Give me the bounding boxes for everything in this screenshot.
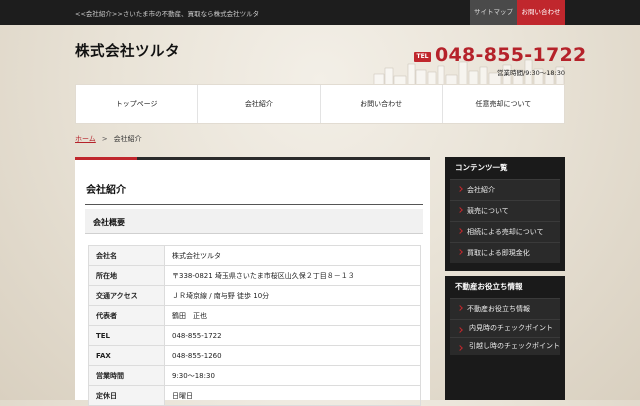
row-label: 代表者 <box>88 305 165 326</box>
sidebar-item-company[interactable]: 会社紹介 <box>450 179 560 200</box>
section-title: 会社概要 <box>93 218 125 227</box>
company-info-table: 会社名 株式会社ツルタ 所在地 〒338-0821 埼玉県さいたま市桜区山久保２… <box>88 245 421 406</box>
chevron-right-icon <box>457 228 463 234</box>
title-divider <box>85 204 423 205</box>
site-logo[interactable]: 株式会社ツルタ <box>75 40 180 61</box>
sidebar-item-auction[interactable]: 競売について <box>450 200 560 221</box>
chevron-right-icon <box>457 186 463 192</box>
sidebar-item-inheritance[interactable]: 相続による売却について <box>450 221 560 242</box>
nav-item-company[interactable]: 会社紹介 <box>198 85 321 123</box>
table-row: 交通アクセス ＪＲ埼京線 / 南与野 徒歩 10分 <box>88 285 421 306</box>
chevron-right-icon <box>457 249 463 255</box>
chevron-right-icon <box>457 207 463 213</box>
nav-item-voluntary-sale[interactable]: 任意売却について <box>443 85 564 123</box>
contact-link[interactable]: お問い合わせ <box>517 0 565 25</box>
row-value: 048-855-1722 <box>164 325 421 346</box>
chevron-right-icon <box>457 327 463 333</box>
table-row: TEL 048-855-1722 <box>88 325 421 346</box>
sidebar-contents-title: コンテンツ一覧 <box>455 163 508 172</box>
section-header: 会社概要 <box>85 209 423 234</box>
phone-number[interactable]: 048-855-1722 <box>435 44 587 66</box>
top-bar: <<会社紹介>>さいたま市の不動産、買取なら株式会社ツルタ サイトマップ お問い… <box>0 0 640 25</box>
row-label: 営業時間 <box>88 365 165 386</box>
row-value: 048-855-1260 <box>164 345 421 366</box>
row-value: 日曜日 <box>164 385 421 406</box>
sidebar-item-label: 会社紹介 <box>467 186 495 194</box>
row-label: 所在地 <box>88 265 165 286</box>
breadcrumb-current: 会社紹介 <box>113 135 142 143</box>
row-value: 株式会社ツルタ <box>164 245 421 266</box>
sidebar-item-cash-purchase[interactable]: 買取による即現金化 <box>450 242 560 263</box>
sidebar-item-realestate-tips[interactable]: 不動産お役立ち情報 <box>450 298 560 319</box>
title-bar-accent <box>137 157 430 160</box>
breadcrumb-home-link[interactable]: ホーム <box>75 135 96 143</box>
sidebar-tips-title: 不動産お役立ち情報 <box>455 282 523 291</box>
sidebar-item-label: 買取による即現金化 <box>467 249 530 257</box>
sidebar-item-label: 内見時のチェックポイント <box>469 324 553 332</box>
table-row: 代表者 鶴田 正也 <box>88 305 421 326</box>
table-row: 会社名 株式会社ツルタ <box>88 245 421 266</box>
breadcrumb-separator: > <box>101 135 108 143</box>
row-label: TEL <box>88 325 165 346</box>
sidebar-item-label: 相続による売却について <box>467 228 544 236</box>
table-row: FAX 048-855-1260 <box>88 345 421 366</box>
chevron-right-icon <box>457 305 463 311</box>
main-content: 会社紹介 会社概要 会社名 株式会社ツルタ 所在地 〒338-0821 埼玉県さ… <box>75 157 430 406</box>
row-value: 〒338-0821 埼玉県さいたま市桜区山久保２丁目８－１３ <box>164 265 421 286</box>
sidebar-tips-box: 不動産お役立ち情報 不動産お役立ち情報 内見時のチェックポイント 引越し時のチェ… <box>445 276 565 400</box>
row-value: 9:30～18:30 <box>164 365 421 386</box>
row-value: 鶴田 正也 <box>164 305 421 326</box>
global-nav: トップページ 会社紹介 お問い合わせ 任意売却について <box>75 84 565 124</box>
sidebar-item-label: 引越し時のチェックポイント <box>469 342 560 350</box>
sidebar-item-moving-checkpoints[interactable]: 引越し時のチェックポイント <box>450 337 560 355</box>
sidebar-item-label: 競売について <box>467 207 509 215</box>
row-label: FAX <box>88 345 165 366</box>
row-value: ＪＲ埼京線 / 南与野 徒歩 10分 <box>164 285 421 306</box>
row-label: 定休日 <box>88 385 165 406</box>
site-tagline: <<会社紹介>>さいたま市の不動産、買取なら株式会社ツルタ <box>75 10 260 18</box>
row-label: 会社名 <box>88 245 165 266</box>
breadcrumb: ホーム > 会社紹介 <box>75 134 142 144</box>
sitemap-link[interactable]: サイトマップ <box>470 0 517 25</box>
page-title: 会社紹介 <box>86 185 126 196</box>
nav-item-contact[interactable]: お問い合わせ <box>321 85 443 123</box>
table-row: 定休日 日曜日 <box>88 385 421 406</box>
table-row: 所在地 〒338-0821 埼玉県さいたま市桜区山久保２丁目８－１３ <box>88 265 421 286</box>
nav-item-top[interactable]: トップページ <box>76 85 199 123</box>
sidebar-contents-box: コンテンツ一覧 会社紹介 競売について 相続による売却について 買取による即現金… <box>445 157 565 271</box>
chevron-right-icon <box>457 345 463 351</box>
sidebar-item-viewing-checkpoints[interactable]: 内見時のチェックポイント <box>450 319 560 337</box>
table-row: 営業時間 9:30～18:30 <box>88 365 421 386</box>
tel-badge: TEL <box>414 52 431 62</box>
business-hours: 営業時間/9:30～18:30 <box>497 69 566 77</box>
row-label: 交通アクセス <box>88 285 165 306</box>
sidebar-item-label: 不動産お役立ち情報 <box>467 305 530 313</box>
